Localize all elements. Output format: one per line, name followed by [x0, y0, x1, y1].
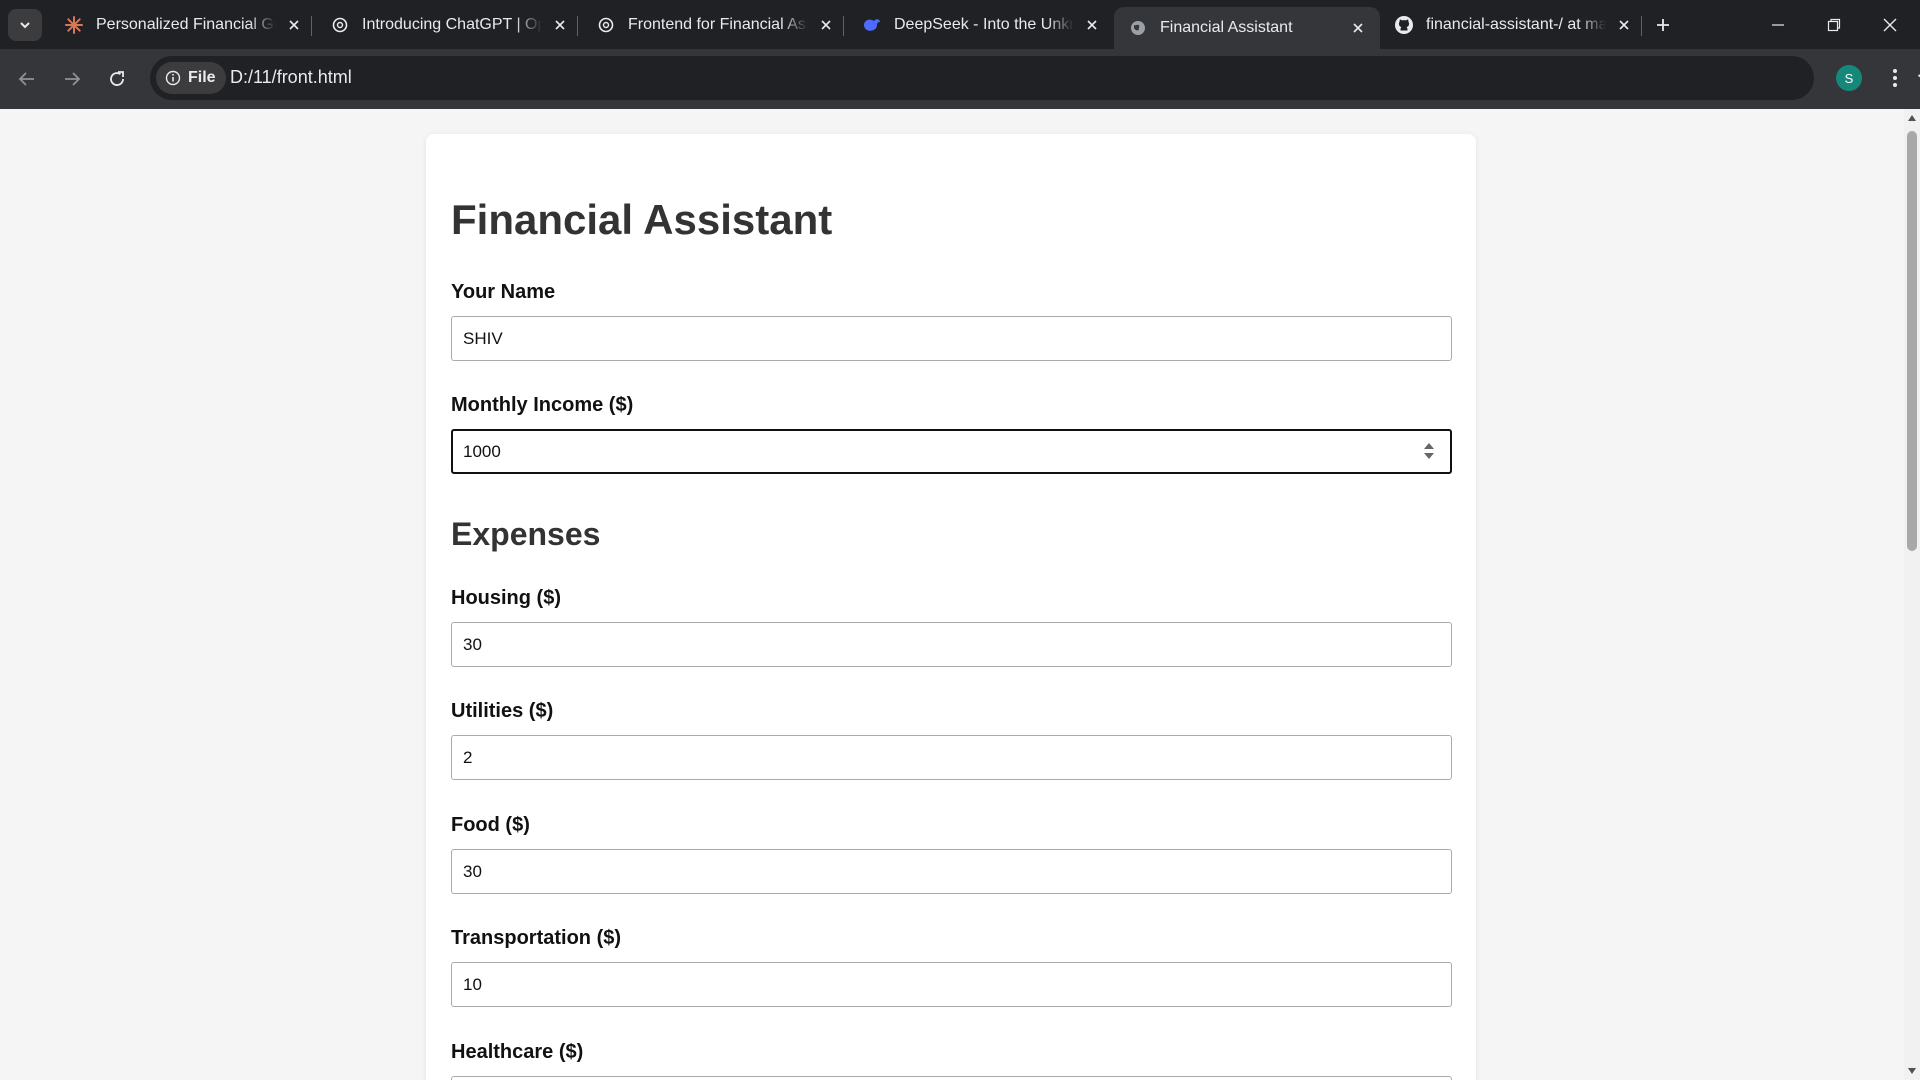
arrow-left-icon — [18, 72, 34, 86]
name-label: Your Name — [451, 281, 556, 303]
github-icon — [1394, 15, 1414, 35]
page-scrollbar[interactable] — [1904, 109, 1920, 1080]
tab-financial-assistant[interactable]: Financial Assistant — [1114, 7, 1380, 49]
browser-menu-button[interactable] — [1882, 65, 1908, 91]
close-icon[interactable] — [1614, 15, 1634, 35]
tab-strip: Personalized Financial Guidance Introduc… — [0, 0, 1920, 49]
minimize-icon — [1772, 23, 1784, 26]
site-info-chip[interactable]: File — [156, 62, 226, 94]
tab-title: Introducing ChatGPT | OpenAI — [362, 15, 542, 33]
back-button[interactable] — [10, 62, 44, 96]
restore-button[interactable] — [1806, 0, 1862, 49]
tab-title: Frontend for Financial Assistant — [628, 15, 808, 33]
url-text: D:/11/front.html — [230, 67, 352, 87]
tab-deepseek[interactable]: DeepSeek - Into the Unknown — [848, 7, 1114, 42]
food-input[interactable] — [451, 849, 1452, 894]
openai-icon — [596, 15, 616, 35]
number-spinner-icon[interactable] — [1422, 441, 1436, 461]
utilities-input[interactable] — [451, 735, 1452, 780]
page-title: Financial Assistant — [451, 196, 833, 243]
monthly-income-input[interactable] — [451, 429, 1452, 474]
close-icon[interactable] — [550, 15, 570, 35]
new-tab-button[interactable] — [1650, 12, 1676, 38]
scheme-label: File — [188, 69, 216, 86]
minimize-button[interactable] — [1750, 0, 1806, 49]
form-card: Financial Assistant Your Name Monthly In… — [426, 134, 1476, 1080]
reload-icon — [110, 71, 124, 86]
monthly-income-wrapper — [451, 429, 1452, 474]
close-window-button[interactable] — [1862, 0, 1918, 49]
close-icon[interactable] — [284, 15, 304, 35]
profile-avatar[interactable]: S — [1836, 65, 1862, 91]
close-icon[interactable] — [1082, 15, 1102, 35]
tab-personalized-financial[interactable]: Personalized Financial Guidance — [50, 7, 316, 42]
monthly-income-label: Monthly Income ($) — [451, 394, 634, 416]
scroll-down-arrow-icon[interactable] — [1907, 1066, 1917, 1076]
chevron-down-icon — [20, 22, 30, 29]
close-icon — [1883, 18, 1897, 31]
plus-icon — [1657, 19, 1669, 31]
tab-separator — [311, 16, 312, 36]
utilities-label: Utilities ($) — [451, 700, 554, 722]
transportation-label: Transportation ($) — [451, 927, 622, 949]
tab-separator — [577, 16, 578, 36]
healthcare-label: Healthcare ($) — [451, 1041, 584, 1063]
food-label: Food ($) — [451, 814, 530, 836]
arrow-right-icon — [65, 72, 81, 86]
globe-icon — [1128, 18, 1148, 38]
tab-title: financial-assistant-/ at main — [1426, 15, 1606, 33]
name-input[interactable] — [451, 316, 1452, 361]
browser-toolbar: File D:/11/front.html S — [0, 49, 1920, 109]
close-icon[interactable] — [1348, 18, 1368, 38]
scrollbar-thumb[interactable] — [1907, 131, 1917, 551]
page-viewport: Financial Assistant Your Name Monthly In… — [0, 109, 1920, 1080]
openai-icon — [330, 15, 350, 35]
address-bar[interactable]: File D:/11/front.html — [150, 56, 1920, 100]
bookmark-star-icon[interactable] — [1916, 66, 1920, 90]
transportation-input[interactable] — [451, 962, 1452, 1007]
tab-title: Personalized Financial Guidance — [96, 15, 276, 33]
scroll-up-arrow-icon[interactable] — [1907, 113, 1917, 123]
reload-button[interactable] — [100, 62, 134, 96]
expenses-heading: Expenses — [451, 516, 601, 552]
info-icon — [164, 69, 182, 87]
tab-title: Financial Assistant — [1160, 19, 1293, 36]
housing-label: Housing ($) — [451, 587, 561, 609]
healthcare-input[interactable] — [451, 1076, 1452, 1080]
forward-button[interactable] — [55, 62, 89, 96]
housing-input[interactable] — [451, 622, 1452, 667]
more-vertical-icon — [1893, 69, 1897, 87]
tab-introducing-chatgpt[interactable]: Introducing ChatGPT | OpenAI — [316, 7, 582, 42]
deepseek-icon — [862, 15, 882, 35]
tab-separator — [1641, 16, 1642, 36]
tab-github[interactable]: financial-assistant-/ at main — [1380, 7, 1646, 42]
restore-icon — [1827, 18, 1841, 31]
tab-frontend-financial[interactable]: Frontend for Financial Assistant — [582, 7, 848, 42]
close-icon[interactable] — [816, 15, 836, 35]
tab-title: DeepSeek - Into the Unknown — [894, 15, 1074, 33]
tab-separator — [843, 16, 844, 36]
claude-icon — [64, 15, 84, 35]
tab-search-button[interactable] — [8, 9, 42, 41]
